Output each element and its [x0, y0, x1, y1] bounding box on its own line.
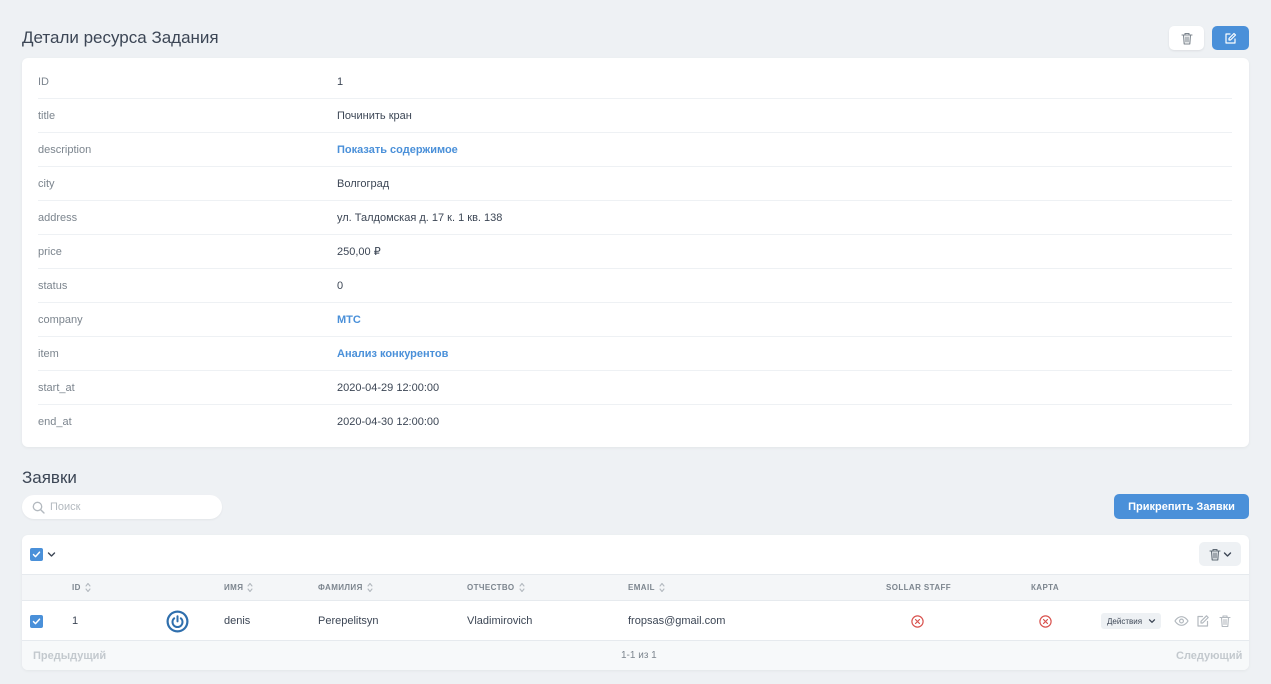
column-label: EMAIL: [628, 583, 655, 592]
attach-orders-button[interactable]: Прикрепить Заявки: [1114, 494, 1249, 519]
cell-email: fropsas@gmail.com: [628, 615, 726, 627]
pagination-info: 1-1 из 1: [621, 650, 657, 661]
prev-page-button[interactable]: Предыдущий: [33, 641, 106, 670]
chevron-down-icon: [1148, 619, 1156, 623]
table-toolbar: [22, 535, 1249, 574]
details-card: ID 1 title Починить кран description Пок…: [22, 58, 1249, 447]
cell-sollar-staff: [911, 601, 924, 641]
detail-key: address: [38, 211, 78, 224]
detail-key: item: [38, 347, 59, 360]
column-label: ОТЧЕСТВО: [467, 583, 515, 592]
column-header-email[interactable]: EMAIL: [628, 575, 665, 600]
select-all-checkbox[interactable]: [30, 548, 43, 561]
pagination: Предыдущий 1-1 из 1 Следующий: [22, 641, 1249, 670]
detail-key: start_at: [38, 381, 75, 394]
detail-row-city: city Волгоград: [38, 167, 1232, 201]
column-header-surname[interactable]: ФАМИЛИЯ: [318, 575, 373, 600]
cell-patronymic: Vladimirovich: [467, 615, 533, 627]
detail-value: ул. Талдомская д. 17 к. 1 кв. 138: [337, 211, 503, 224]
column-header-sollar-staff: SOLLAR STAFF: [886, 575, 951, 600]
detail-value: 2020-04-29 12:00:00: [337, 381, 440, 394]
orders-table: ID ИМЯ ФАМИЛИЯ ОТЧЕСТВО EMAIL SOLLAR STA…: [22, 535, 1249, 670]
edit-resource-button[interactable]: [1212, 26, 1249, 50]
detail-key: status: [38, 279, 68, 292]
actions-dropdown[interactable]: Действия: [1101, 613, 1161, 629]
x-circle-icon: [911, 614, 924, 628]
detail-row-description: description Показать содержимое: [38, 133, 1232, 167]
trash-icon: [1180, 32, 1193, 45]
detail-key: title: [38, 109, 56, 122]
edit-icon[interactable]: [1196, 614, 1210, 628]
column-header-card: КАРТА: [1031, 575, 1059, 600]
check-icon: [32, 551, 41, 558]
search-box: [22, 495, 222, 519]
detail-row-address: address ул. Талдомская д. 17 к. 1 кв. 13…: [38, 201, 1232, 235]
cell-card: [1039, 601, 1052, 641]
detail-key: end_at: [38, 416, 72, 428]
sort-icon: [247, 582, 253, 593]
power-icon: [166, 610, 189, 632]
detail-row-id: ID 1: [38, 65, 1232, 99]
detail-row-item: item Анализ конкурентов: [38, 337, 1232, 371]
detail-value: Починить кран: [337, 109, 412, 122]
table-row: 1 denis Perepelitsyn Vladimirovich frops…: [22, 601, 1249, 641]
column-header-name[interactable]: ИМЯ: [224, 575, 253, 600]
sort-icon: [659, 582, 665, 593]
detail-key: ID: [38, 75, 49, 88]
column-header-id[interactable]: ID: [72, 575, 91, 600]
sort-icon: [518, 582, 525, 593]
detail-value: 1: [337, 75, 344, 88]
column-label: КАРТА: [1031, 583, 1060, 592]
avatar: [166, 601, 189, 641]
detail-row-price: price 250,00 ₽: [38, 235, 1232, 269]
page-title: Детали ресурса Задания: [22, 28, 219, 47]
trash-icon[interactable]: [1219, 614, 1231, 628]
delete-resource-button[interactable]: [1169, 26, 1204, 50]
chevron-down-icon: [1223, 551, 1231, 557]
edit-icon: [1225, 32, 1237, 44]
cell-surname: Perepelitsyn: [318, 615, 379, 627]
detail-key: price: [38, 245, 62, 258]
detail-row-title: title Починить кран: [38, 99, 1232, 133]
sort-icon: [367, 582, 373, 593]
column-label: SOLLAR STAFF: [886, 583, 952, 592]
item-link[interactable]: Анализ конкурентов: [337, 348, 448, 360]
sort-icon: [85, 582, 91, 593]
trash-icon: [1208, 548, 1221, 561]
cell-name: denis: [224, 615, 251, 627]
table-header: ID ИМЯ ФАМИЛИЯ ОТЧЕСТВО EMAIL SOLLAR STA…: [22, 574, 1249, 601]
detail-key: company: [38, 313, 83, 326]
detail-key: description: [38, 143, 92, 156]
detail-row-end-at: end_at 2020-04-30 12:00:00: [38, 405, 1232, 439]
detail-row-status: status 0: [38, 269, 1232, 303]
x-circle-icon: [1039, 614, 1052, 628]
column-label: ИМЯ: [224, 583, 244, 592]
cell-id: 1: [72, 615, 79, 627]
detail-value: 2020-04-30 12:00:00: [337, 416, 440, 428]
chevron-down-icon[interactable]: [47, 550, 56, 559]
column-label: ID: [72, 583, 81, 592]
company-link[interactable]: МТС: [337, 314, 361, 326]
next-page-button[interactable]: Следующий: [1176, 641, 1242, 670]
search-icon: [32, 501, 45, 514]
detail-row-start-at: start_at 2020-04-29 12:00:00: [38, 371, 1232, 405]
check-icon: [32, 618, 41, 625]
view-icon[interactable]: [1174, 614, 1189, 628]
detail-value: 250,00 ₽: [337, 246, 381, 258]
actions-label: Действия: [1107, 616, 1143, 626]
column-header-patronymic[interactable]: ОТЧЕСТВО: [467, 575, 525, 600]
detail-value: 0: [337, 279, 344, 292]
detail-key: city: [38, 177, 55, 190]
column-label: ФАМИЛИЯ: [318, 583, 363, 592]
search-input[interactable]: [50, 501, 210, 513]
detail-row-company: company МТС: [38, 303, 1232, 337]
orders-section-title: Заявки: [22, 468, 77, 487]
bulk-delete-button[interactable]: [1199, 542, 1241, 566]
row-checkbox[interactable]: [30, 615, 43, 628]
show-content-link[interactable]: Показать содержимое: [337, 144, 458, 156]
detail-value: Волгоград: [337, 177, 390, 190]
